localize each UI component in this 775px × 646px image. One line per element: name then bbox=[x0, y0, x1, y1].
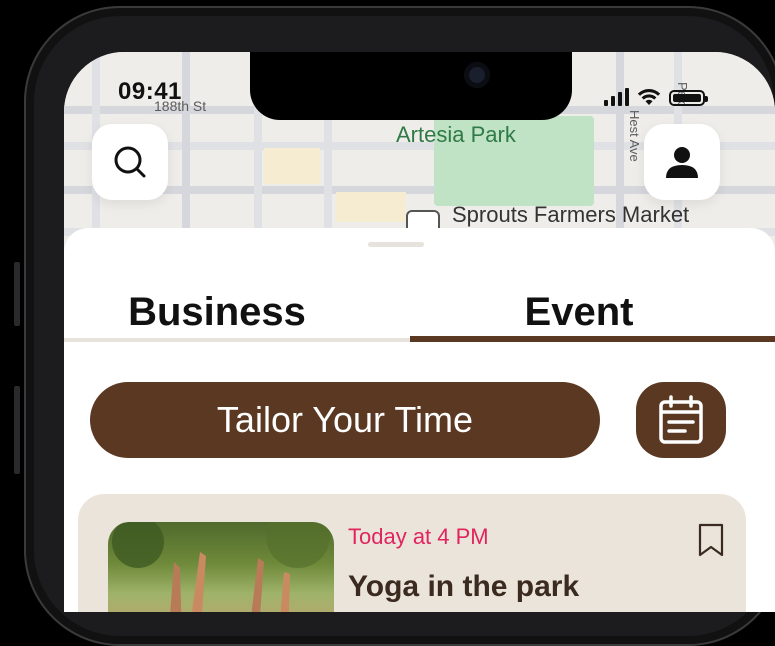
camera bbox=[464, 62, 490, 88]
status-time: 09:41 bbox=[118, 78, 182, 105]
tailor-your-time-button[interactable]: Tailor Your Time bbox=[90, 382, 600, 458]
map-park-label: Artesia Park bbox=[396, 122, 516, 147]
profile-button[interactable] bbox=[644, 124, 720, 200]
calendar-icon bbox=[659, 395, 703, 444]
map-block bbox=[336, 192, 406, 222]
search-icon bbox=[114, 146, 146, 178]
yoga-photo bbox=[112, 522, 330, 612]
volume-up-button bbox=[14, 262, 20, 326]
event-title: Yoga in the park bbox=[348, 570, 580, 603]
notch bbox=[250, 52, 572, 120]
volume-down-button bbox=[14, 386, 20, 474]
tab-underline-active bbox=[410, 336, 775, 342]
search-button[interactable] bbox=[92, 124, 168, 200]
event-image bbox=[108, 522, 334, 612]
bookmark-button[interactable] bbox=[696, 522, 726, 563]
status-icons bbox=[604, 82, 708, 106]
wifi-icon bbox=[637, 89, 661, 105]
user-icon bbox=[666, 147, 698, 178]
map-block bbox=[264, 148, 320, 184]
bottom-sheet: Business Event Tailor Your Time Today at… bbox=[64, 228, 775, 612]
tab-underline-inactive bbox=[64, 338, 410, 342]
tab-event[interactable]: Event bbox=[504, 290, 654, 335]
event-card[interactable]: Today at 4 PM Yoga in the park bbox=[78, 494, 746, 612]
cellular-signal-icon bbox=[604, 88, 629, 106]
map-avenue-label: Hest Ave bbox=[627, 110, 642, 162]
battery-icon bbox=[669, 90, 708, 106]
map-road bbox=[182, 52, 190, 252]
sheet-drag-handle[interactable] bbox=[368, 242, 424, 247]
event-time: Today at 4 PM bbox=[348, 524, 489, 549]
map-poi-label: Sprouts Farmers Market bbox=[452, 202, 690, 227]
calendar-button[interactable] bbox=[636, 382, 726, 458]
app-screen: 188th St Artesia Park Sprouts Farmers Ma… bbox=[64, 52, 775, 612]
tab-business[interactable]: Business bbox=[128, 290, 306, 335]
bookmark-icon bbox=[698, 523, 724, 557]
